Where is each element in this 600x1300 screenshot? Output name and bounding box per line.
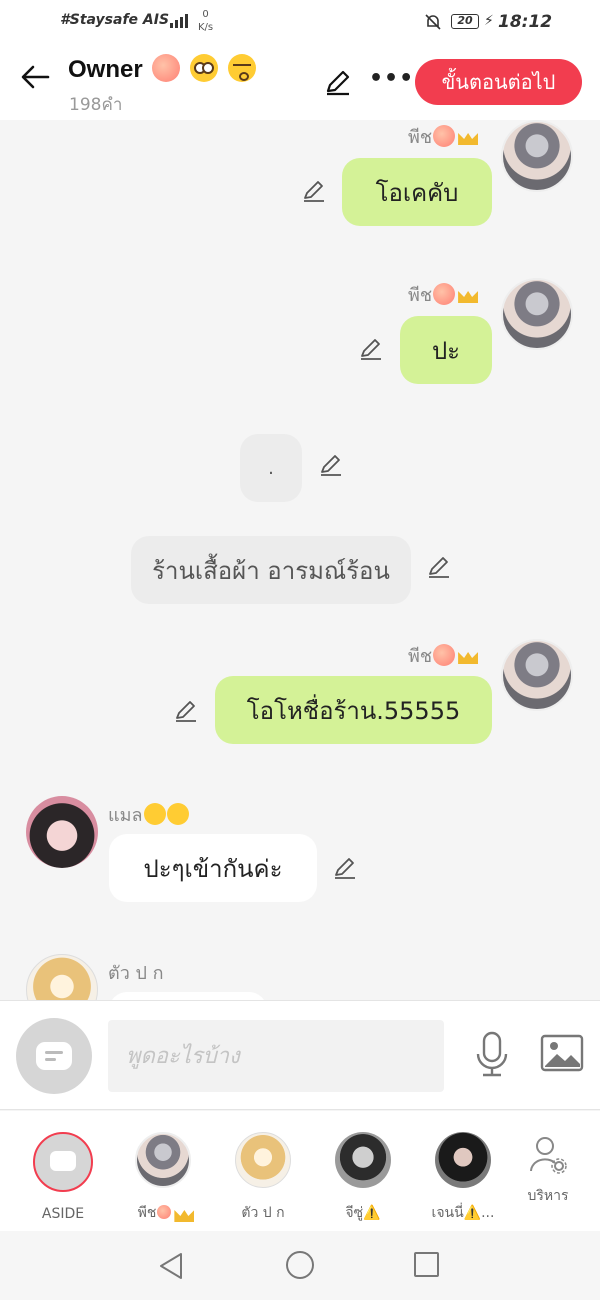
member-aside[interactable]: ASIDE xyxy=(18,1132,108,1222)
more-dots-icon[interactable]: ••• xyxy=(369,66,414,91)
microphone-icon[interactable] xyxy=(472,1030,512,1078)
avatar[interactable] xyxy=(501,639,573,711)
avatar xyxy=(435,1132,491,1188)
message-bubble[interactable]: ปะ xyxy=(400,316,492,384)
member-strip: ASIDE พีช ตัว ป ก จีซู่⚠️ เจนนี่⚠️... บร… xyxy=(0,1111,600,1231)
message-bubble[interactable]: ร้านเสื้อผ้า อารมณ์ร้อน xyxy=(131,536,411,604)
status-bar: #Staysafe AIS 0 K/s 20 ⚡ 18:12 xyxy=(0,0,600,46)
avatar xyxy=(335,1132,391,1188)
nav-back-icon[interactable] xyxy=(157,1251,185,1281)
pencil-icon[interactable] xyxy=(358,336,384,362)
battery-indicator: 20 xyxy=(451,14,479,29)
member-label: พีช xyxy=(118,1202,208,1224)
member-tua[interactable]: ตัว ป ก xyxy=(218,1132,308,1224)
message-input[interactable] xyxy=(108,1020,444,1092)
peach-icon xyxy=(433,125,456,147)
sender-name: พีช xyxy=(408,641,480,670)
kissing-face-icon xyxy=(227,54,256,82)
message-bubble[interactable]: ปะๆเข้ากันค่ะ xyxy=(109,834,317,902)
member-admin[interactable]: บริหาร xyxy=(503,1135,593,1207)
smiling-hearts-icon xyxy=(143,803,166,825)
system-nav-bar xyxy=(0,1231,600,1300)
peach-icon xyxy=(433,644,456,666)
word-count: 198คำ xyxy=(69,95,123,115)
flushed-face-icon xyxy=(190,54,219,82)
avatar[interactable] xyxy=(26,796,98,868)
sender-name: พีช xyxy=(408,122,480,151)
message-bubble[interactable]: โอโหชื่อร้าน.55555 xyxy=(215,676,492,744)
crown-icon xyxy=(456,129,480,147)
chat-bubble-icon xyxy=(50,1151,76,1171)
clock: 18:12 xyxy=(498,12,553,32)
member-peach[interactable]: พีช xyxy=(118,1132,208,1224)
member-jenni[interactable]: เจนนี่⚠️... xyxy=(418,1132,508,1224)
composer-bar xyxy=(0,1000,600,1110)
message-list[interactable]: พีช โอเคคับ พีช ปะ . ร้านเสื้อผ้า อารมณ์… xyxy=(0,120,600,1000)
aside-avatar xyxy=(33,1132,93,1192)
chat-header: Owner 198คำ ••• ขั้นตอนต่อไป xyxy=(0,46,600,120)
chat-bubble-icon xyxy=(36,1042,72,1070)
crown-icon xyxy=(456,287,480,305)
charging-icon: ⚡ xyxy=(484,13,494,29)
signal-icon xyxy=(170,12,188,28)
message-bubble[interactable]: โอเคคับ xyxy=(342,158,492,226)
avatar[interactable] xyxy=(501,278,573,350)
pleading-face-icon xyxy=(166,803,189,825)
image-icon[interactable] xyxy=(540,1033,584,1073)
member-jisu[interactable]: จีซู่⚠️ xyxy=(318,1132,408,1224)
avatar[interactable] xyxy=(501,120,573,192)
sender-name: แมล xyxy=(108,800,189,829)
pencil-icon[interactable] xyxy=(426,554,452,580)
aside-toggle-button[interactable] xyxy=(16,1018,92,1094)
chat-title: Owner xyxy=(68,54,256,84)
next-step-button[interactable]: ขั้นตอนต่อไป xyxy=(415,59,582,105)
avatar xyxy=(235,1132,291,1188)
nav-recents-icon[interactable] xyxy=(414,1252,439,1277)
sender-name: ตัว ป ก xyxy=(108,963,164,984)
carrier-name: #Staysafe AIS xyxy=(60,12,170,28)
arrow-left-icon[interactable] xyxy=(18,60,52,94)
avatar xyxy=(135,1132,191,1188)
bell-off-icon xyxy=(425,14,441,30)
pencil-icon[interactable] xyxy=(173,698,199,724)
network-speed: 0 K/s xyxy=(198,9,214,33)
message-bubble[interactable]: . xyxy=(240,434,302,502)
crown-icon xyxy=(172,1206,188,1218)
nav-home-icon[interactable] xyxy=(286,1251,314,1279)
message-bubble[interactable] xyxy=(109,992,267,1000)
crown-icon xyxy=(456,648,480,666)
avatar[interactable] xyxy=(26,954,98,1000)
user-gear-icon xyxy=(530,1137,567,1174)
sender-name: พีช xyxy=(408,280,480,309)
peach-icon xyxy=(433,283,456,305)
pencil-icon[interactable] xyxy=(332,855,358,881)
pencil-icon[interactable] xyxy=(301,178,327,204)
peach-icon xyxy=(152,54,181,82)
peach-icon xyxy=(157,1205,172,1219)
pencil-icon[interactable] xyxy=(318,452,344,478)
pencil-icon[interactable] xyxy=(323,67,353,97)
